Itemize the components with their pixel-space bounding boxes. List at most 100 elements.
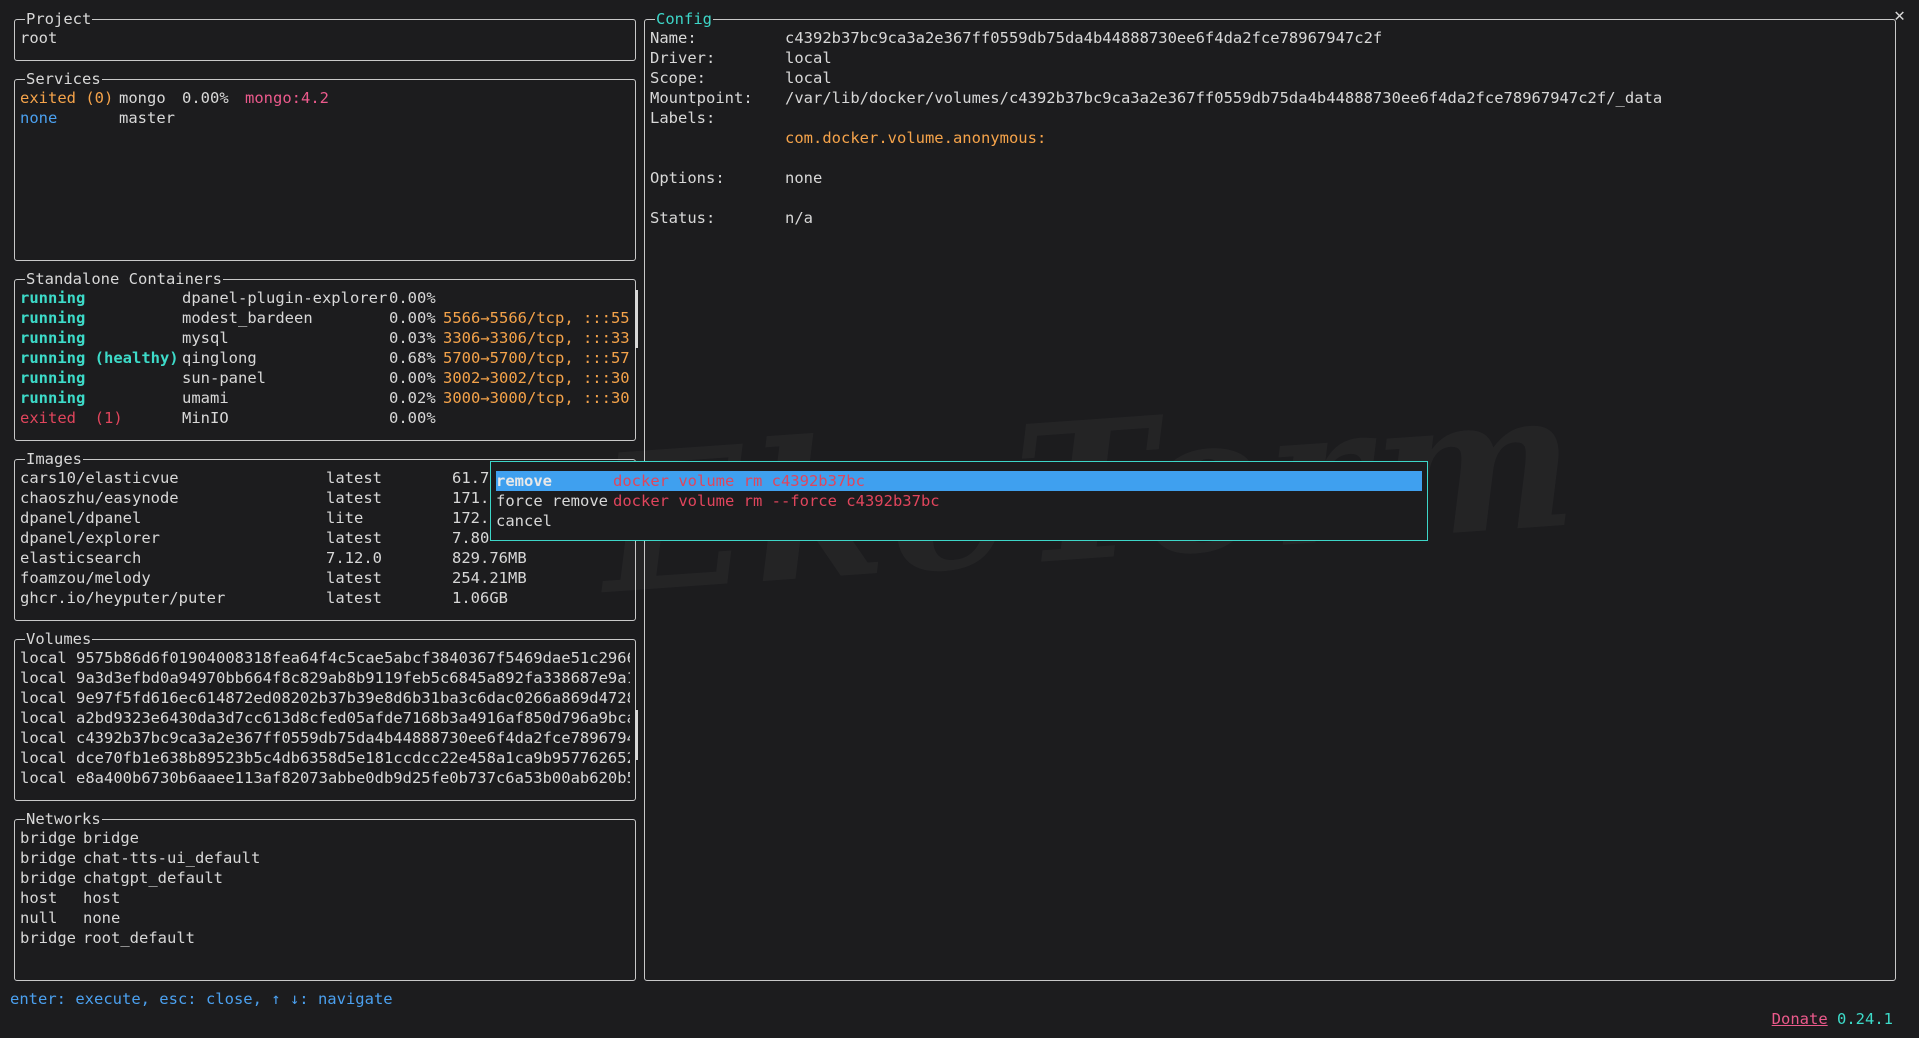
container-status: running xyxy=(20,329,86,347)
image-row[interactable]: foamzou/melody latest 254.21MB xyxy=(20,568,630,588)
action-menu[interactable]: remove docker volume rm c4392b37bc force… xyxy=(490,461,1428,541)
container-ports: 3000→3000/tcp, :::30 xyxy=(443,389,630,407)
network-name: bridge xyxy=(83,829,139,847)
menu-item-label: remove xyxy=(496,472,552,490)
volume-driver: local xyxy=(20,749,67,767)
service-row[interactable]: exited (0) mongo 0.00% mongo:4.2 xyxy=(20,88,630,108)
container-status: running xyxy=(20,309,86,327)
container-row[interactable]: running dpanel-plugin-explorer 0.00% xyxy=(20,288,630,308)
keyboard-hints: enter: execute, esc: close, ↑ ↓: navigat… xyxy=(10,990,393,1008)
volume-name: a2bd9323e6430da3d7cc613d8cfed05afde7168b… xyxy=(76,709,630,727)
services-panel[interactable]: Services exited (0) mongo 0.00% mongo:4.… xyxy=(14,69,636,261)
config-name-value: c4392b37bc9ca3a2e367ff0559db75da4b448887… xyxy=(785,29,1383,47)
project-name: root xyxy=(20,29,58,47)
config-title: Config xyxy=(655,9,713,29)
volume-row[interactable]: local 9575b86d6f01904008318fea64f4c5cae5… xyxy=(20,648,630,668)
network-row[interactable]: host host xyxy=(20,888,630,908)
container-name: modest_bardeen xyxy=(182,309,313,327)
container-cpu: 0.03% xyxy=(389,329,436,347)
volume-row[interactable]: local dce70fb1e638b89523b5c4db6358d5e181… xyxy=(20,748,630,768)
menu-item-remove[interactable]: remove docker volume rm c4392b37bc xyxy=(496,471,1422,491)
config-labels-value-row: com.docker.volume.anonymous: xyxy=(650,128,1890,148)
image-size: 1.06GB xyxy=(452,589,508,607)
network-name: chatgpt_default xyxy=(83,869,223,887)
config-options-label: Options: xyxy=(650,169,725,187)
volume-row[interactable]: local e8a400b6730b6aaee113af82073abbe0db… xyxy=(20,768,630,788)
image-name: elasticsearch xyxy=(20,549,142,567)
network-row[interactable]: bridge bridge xyxy=(20,828,630,848)
image-size: 7.80 xyxy=(452,529,490,547)
service-row[interactable]: none master xyxy=(20,108,630,128)
container-ports: 3306→3306/tcp, :::33 xyxy=(443,329,630,347)
image-name: dpanel/dpanel xyxy=(20,509,142,527)
image-row[interactable]: ghcr.io/heyputer/puter latest 1.06GB xyxy=(20,588,630,608)
container-cpu: 0.02% xyxy=(389,389,436,407)
network-driver: bridge xyxy=(20,929,76,947)
volume-driver: local xyxy=(20,689,67,707)
config-mount-value: /var/lib/docker/volumes/c4392b37bc9ca3a2… xyxy=(785,89,1663,107)
networks-title: Networks xyxy=(25,809,102,829)
network-name: none xyxy=(83,909,121,927)
network-driver: host xyxy=(20,889,58,907)
volumes-title: Volumes xyxy=(25,629,93,649)
config-scope-label: Scope: xyxy=(650,69,706,87)
project-panel[interactable]: Project root xyxy=(14,9,636,61)
volume-name: dce70fb1e638b89523b5c4db6358d5e181ccdcc2… xyxy=(76,749,630,767)
footer-right: Donate 0.24.1 xyxy=(1753,989,1893,1029)
volume-row[interactable]: local a2bd9323e6430da3d7cc613d8cfed05afd… xyxy=(20,708,630,728)
container-row[interactable]: running mysql 0.03% 3306→3306/tcp, :::33 xyxy=(20,328,630,348)
config-status-value: n/a xyxy=(785,209,813,227)
volume-driver: local xyxy=(20,709,67,727)
config-driver-label: Driver: xyxy=(650,49,716,67)
services-title: Services xyxy=(25,69,102,89)
volume-row[interactable]: local c4392b37bc9ca3a2e367ff0559db75da4b… xyxy=(20,728,630,748)
container-row[interactable]: exited (1) MinIO 0.00% xyxy=(20,408,630,428)
image-name: foamzou/melody xyxy=(20,569,151,587)
volume-name: 9e97f5fd616ec614872ed08202b37b39e8d6b31b… xyxy=(76,689,630,707)
image-name: ghcr.io/heyputer/puter xyxy=(20,589,226,607)
container-row[interactable]: running modest_bardeen 0.00% 5566→5566/t… xyxy=(20,308,630,328)
image-tag: lite xyxy=(326,509,364,527)
network-row[interactable]: bridge root_default xyxy=(20,928,630,948)
service-cpu: 0.00% xyxy=(182,89,229,107)
config-status-label: Status: xyxy=(650,209,716,227)
containers-scrollbar[interactable] xyxy=(635,290,638,348)
close-icon[interactable]: ✕ xyxy=(1894,7,1905,25)
container-ports: 5700→5700/tcp, :::57 xyxy=(443,349,630,367)
container-row[interactable]: running umami 0.02% 3000→3000/tcp, :::30 xyxy=(20,388,630,408)
menu-item-cancel[interactable]: cancel xyxy=(496,511,1422,531)
service-name: mongo xyxy=(119,89,166,107)
networks-panel[interactable]: Networks bridge bridge bridge chat-tts-ui_… xyxy=(14,809,636,981)
network-name: chat-tts-ui_default xyxy=(83,849,261,867)
image-size: 171. xyxy=(452,489,490,507)
service-status: exited (0) xyxy=(20,89,114,107)
network-row[interactable]: bridge chat-tts-ui_default xyxy=(20,848,630,868)
version-label: 0.24.1 xyxy=(1837,1010,1893,1028)
container-name: sun-panel xyxy=(182,369,266,387)
container-cpu: 0.00% xyxy=(389,289,436,307)
container-cpu: 0.00% xyxy=(389,409,436,427)
volume-row[interactable]: local 9a3d3efbd0a94970bb664f8c829ab8b911… xyxy=(20,668,630,688)
donate-link[interactable]: Donate xyxy=(1772,1010,1828,1028)
network-row[interactable]: bridge chatgpt_default xyxy=(20,868,630,888)
container-row[interactable]: running sun-panel 0.00% 3002→3002/tcp, :… xyxy=(20,368,630,388)
volumes-panel[interactable]: Volumes local 9575b86d6f01904008318fea64… xyxy=(14,629,638,801)
containers-panel[interactable]: Standalone Containers running dpanel-plu… xyxy=(14,269,638,441)
container-row[interactable]: running (healthy) qinglong 0.68% 5700→57… xyxy=(20,348,630,368)
config-mount-row: Mountpoint: /var/lib/docker/volumes/c4392… xyxy=(650,88,1890,108)
container-cpu: 0.68% xyxy=(389,349,436,367)
network-row[interactable]: null none xyxy=(20,908,630,928)
volume-name: 9575b86d6f01904008318fea64f4c5cae5abcf38… xyxy=(76,649,630,667)
container-name: umami xyxy=(182,389,229,407)
volume-row[interactable]: local 9e97f5fd616ec614872ed08202b37b39e8… xyxy=(20,688,630,708)
service-name: master xyxy=(119,109,175,127)
volumes-scrollbar[interactable] xyxy=(635,710,638,760)
image-tag: latest xyxy=(326,529,382,547)
menu-item-label: cancel xyxy=(496,512,552,530)
config-driver-value: local xyxy=(785,49,832,67)
image-name: cars10/elasticvue xyxy=(20,469,179,487)
container-name: dpanel-plugin-explorer xyxy=(182,289,388,307)
container-ports: 3002→3002/tcp, :::30 xyxy=(443,369,630,387)
menu-item-force-remove[interactable]: force remove docker volume rm --force c4… xyxy=(496,491,1422,511)
